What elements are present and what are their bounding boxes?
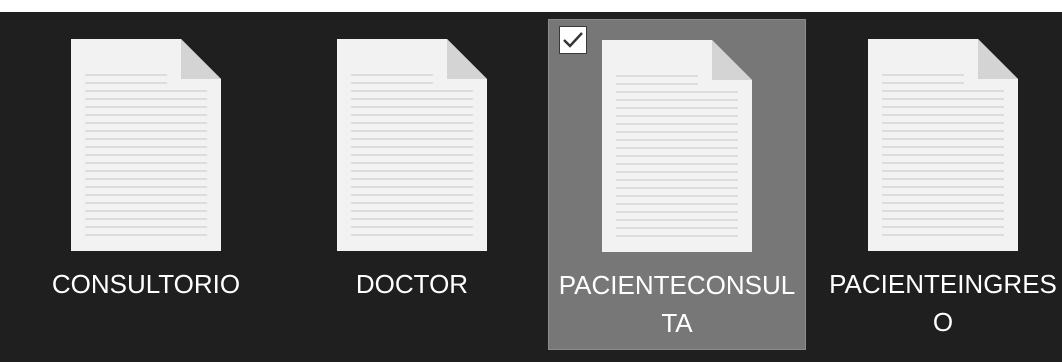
text-document-icon — [602, 40, 752, 252]
file-name-label: CONSULTORIO — [51, 269, 241, 299]
selection-checkbox[interactable] — [559, 26, 587, 54]
file-grid: CONSULTORIO DOCTOR PACIENTECONSULTA PACI… — [0, 12, 1062, 362]
file-name-label: PACIENTEINGRESO — [829, 269, 1057, 337]
file-item-doctor[interactable]: DOCTOR — [283, 19, 541, 350]
text-document-icon — [71, 39, 221, 251]
checkmark-icon — [563, 32, 583, 48]
file-item-pacienteconsulta[interactable]: PACIENTECONSULTA — [548, 19, 806, 350]
file-name-label: PACIENTECONSULTA — [558, 270, 796, 338]
file-name-label: DOCTOR — [355, 269, 469, 299]
text-document-icon — [337, 39, 487, 251]
text-document-icon — [868, 39, 1018, 251]
file-item-pacienteingreso[interactable]: PACIENTEINGRESO — [814, 19, 1062, 350]
file-item-consultorio[interactable]: CONSULTORIO — [17, 19, 275, 350]
window-top-strip — [0, 0, 1062, 12]
file-explorer-view: CONSULTORIO DOCTOR PACIENTECONSULTA PACI… — [0, 0, 1062, 362]
